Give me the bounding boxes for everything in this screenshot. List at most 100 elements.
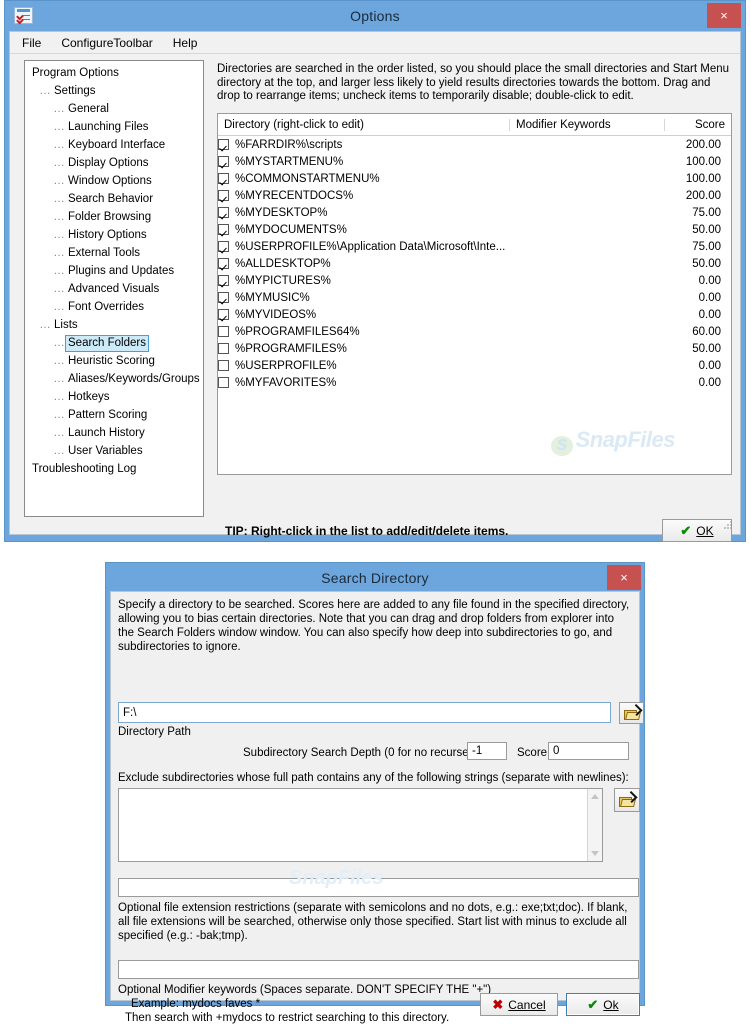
close-icon[interactable]: × [707,3,741,28]
table-row[interactable]: %PROGRAMFILES64% 60.00 [218,323,731,340]
table-row[interactable]: %MYMUSIC% 0.00 [218,289,731,306]
subdirectory-depth-input[interactable]: -1 [467,742,507,760]
modifier-keywords-input[interactable] [118,960,639,979]
table-row[interactable]: %USERPROFILE%\Application Data\Microsoft… [218,238,731,255]
tree-item-folder-browsing[interactable]: … Folder Browsing [25,208,203,226]
tree-item-keyboard-interface[interactable]: … Keyboard Interface [25,136,203,154]
row-checkbox[interactable] [218,377,229,388]
row-checkbox[interactable] [218,360,229,371]
modifier-help-line-1: Optional Modifier keywords (Spaces separ… [118,984,492,996]
table-row[interactable]: %ALLDESKTOP% 50.00 [218,255,731,272]
browse-directory-button[interactable] [619,702,644,724]
tree-item-launching-files[interactable]: … Launching Files [25,118,203,136]
table-row[interactable]: %MYFAVORITES% 0.00 [218,374,731,391]
tree-item-label: Plugins and Updates [68,265,175,277]
row-checkbox[interactable] [218,207,229,218]
ok-button[interactable]: ✔ Ok [566,993,640,1016]
menu-item-help[interactable]: Help [171,35,207,51]
tree-item-aliases-keywords-groups[interactable]: … Aliases/Keywords/Groups [25,370,203,388]
tree-item-advanced-visuals[interactable]: … Advanced Visuals [25,280,203,298]
table-row[interactable]: %MYDESKTOP% 75.00 [218,204,731,221]
table-row[interactable]: %COMMONSTARTMENU% 100.00 [218,170,731,187]
tree-item-plugins-and-updates[interactable]: … Plugins and Updates [25,262,203,280]
tree-item-heuristic-scoring[interactable]: … Heuristic Scoring [25,352,203,370]
exclude-scrollbar[interactable] [587,789,602,861]
search-dialog-description: Specify a directory to be searched. Scor… [118,599,630,653]
tree-item-search-behavior[interactable]: … Search Behavior [25,190,203,208]
tree-item-pattern-scoring[interactable]: … Pattern Scoring [25,406,203,424]
tree-item-label: User Variables [68,445,143,457]
row-checkbox[interactable] [218,139,229,150]
search-dialog-title: Search Directory [321,570,429,586]
search-folders-list[interactable]: Directory (right-click to edit) Modifier… [217,113,732,475]
row-checkbox[interactable] [218,241,229,252]
ok-button[interactable]: ✔ OK [662,519,732,542]
row-score: 0.00 [698,376,721,389]
table-row[interactable]: %MYPICTURES% 0.00 [218,272,731,289]
row-checkbox[interactable] [218,309,229,320]
score-input[interactable]: 0 [548,742,629,760]
options-titlebar[interactable]: Options × [5,1,745,31]
table-row[interactable]: %MYRECENTDOCS% 200.00 [218,187,731,204]
row-checkbox[interactable] [218,156,229,167]
tree-item-history-options[interactable]: … History Options [25,226,203,244]
tree-item-general[interactable]: … General [25,100,203,118]
row-directory: %PROGRAMFILES64% [235,325,360,338]
column-header-score[interactable]: Score [665,119,731,131]
menubar: File ConfigureToolbar Help [10,32,740,54]
tree-item-display-options[interactable]: … Display Options [25,154,203,172]
score-value: 0 [553,745,560,757]
row-score: 100.00 [685,155,721,168]
browse-exclude-button[interactable] [614,788,640,812]
menu-item-file[interactable]: File [20,35,50,51]
snapfiles-logo-icon: S [550,436,573,456]
column-header-modifier-keywords[interactable]: Modifier Keywords [510,118,665,131]
row-checkbox[interactable] [218,343,229,354]
table-row[interactable]: %FARRDIR%\scripts 200.00 [218,136,731,153]
close-icon[interactable]: × [607,565,641,590]
tree-item-lists[interactable]: … Lists [25,316,203,334]
row-checkbox[interactable] [218,326,229,337]
row-checkbox[interactable] [218,173,229,184]
tree-item-user-variables[interactable]: … User Variables [25,442,203,460]
tree-item-external-tools[interactable]: … External Tools [25,244,203,262]
tree-item-troubleshooting-log[interactable]: Troubleshooting Log [25,460,203,478]
table-row[interactable]: %USERPROFILE% 0.00 [218,357,731,374]
row-checkbox[interactable] [218,258,229,269]
row-checkbox[interactable] [218,292,229,303]
row-score: 200.00 [685,138,721,151]
table-row[interactable]: %MYDOCUMENTS% 50.00 [218,221,731,238]
menu-item-configuretoolbar[interactable]: ConfigureToolbar [59,35,161,51]
column-header-directory[interactable]: Directory (right-click to edit) [218,118,510,131]
cancel-button[interactable]: ✖ Cancel [480,993,558,1016]
settings-tree[interactable]: Program Options … Settings… General… Launchi… [24,60,204,517]
exclude-textarea[interactable] [118,788,603,862]
tree-item-hotkeys[interactable]: … Hotkeys [25,388,203,406]
row-score: 75.00 [692,240,721,253]
tree-item-label: Launch History [68,427,145,439]
tree-item-search-folders[interactable]: … Search Folders [25,334,203,352]
tree-item-program-options[interactable]: Program Options [25,64,203,82]
resize-grip[interactable] [724,521,733,530]
tree-item-label: General [68,103,109,115]
row-checkbox[interactable] [218,224,229,235]
tree-item-settings[interactable]: … Settings [25,82,203,100]
score-label: Score: [517,747,551,759]
search-dialog-titlebar[interactable]: Search Directory × [106,563,644,593]
tree-item-window-options[interactable]: … Window Options [25,172,203,190]
tree-item-font-overrides[interactable]: … Font Overrides [25,298,203,316]
list-rows: %FARRDIR%\scripts 200.00 %MYSTARTMENU% 100.… [218,136,731,391]
directory-path-input[interactable]: F:\ [118,702,611,723]
tree-item-label: Font Overrides [68,301,145,313]
row-directory: %ALLDESKTOP% [235,257,331,270]
list-header: Directory (right-click to edit) Modifier… [218,114,731,136]
table-row[interactable]: %PROGRAMFILES% 50.00 [218,340,731,357]
options-window: Options × File ConfigureToolbar Help Pro… [4,0,746,542]
tree-item-label: Keyboard Interface [68,139,166,151]
tree-item-launch-history[interactable]: … Launch History [25,424,203,442]
row-checkbox[interactable] [218,275,229,286]
row-checkbox[interactable] [218,190,229,201]
directory-path-label: Directory Path [118,726,191,738]
table-row[interactable]: %MYVIDEOS% 0.00 [218,306,731,323]
table-row[interactable]: %MYSTARTMENU% 100.00 [218,153,731,170]
